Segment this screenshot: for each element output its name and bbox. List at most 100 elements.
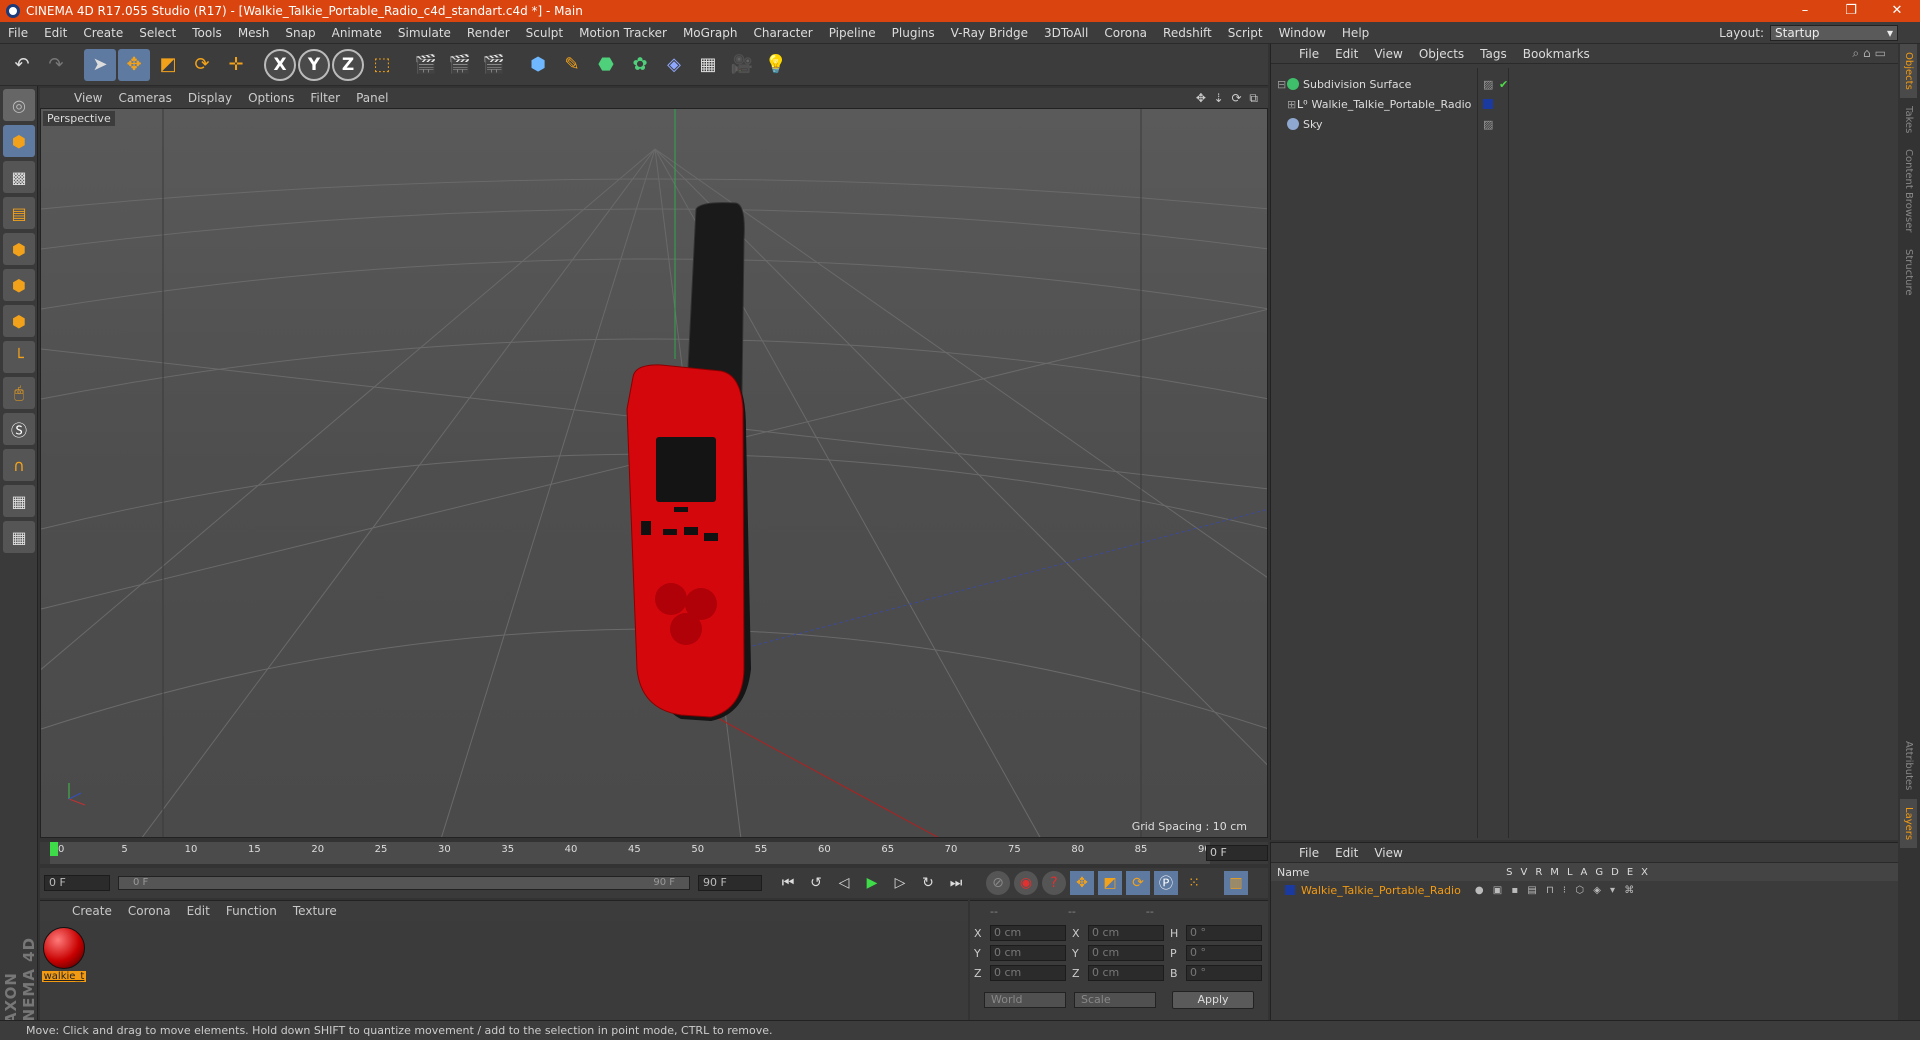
- size-y-field[interactable]: 0 cm: [1088, 945, 1164, 961]
- timeline-ruler[interactable]: 0 5 10 15 20 25 30 35 40 45 50 55 60 65 70 75 80 85 90: [50, 842, 1211, 864]
- render-picture-viewer-button[interactable]: 🎬: [444, 49, 476, 81]
- menu-pipeline[interactable]: Pipeline: [821, 26, 884, 40]
- record-keys-button[interactable]: ⊘: [986, 871, 1010, 895]
- menu-script[interactable]: Script: [1220, 26, 1271, 40]
- layer-flag-icons[interactable]: ● ▣ ▪ ▤ ⊓ ⁝ ⬡ ◈ ▾ ⌘: [1475, 885, 1637, 896]
- light-button[interactable]: 💡: [760, 49, 792, 81]
- objects-menu-edit[interactable]: Edit: [1327, 47, 1366, 61]
- point-level-button[interactable]: ⁙: [1182, 871, 1206, 895]
- menu-character[interactable]: Character: [745, 26, 820, 40]
- rotate-tool-button[interactable]: ⟳: [186, 49, 218, 81]
- make-editable-button[interactable]: ◎: [3, 89, 35, 121]
- timeline[interactable]: 0 5 10 15 20 25 30 35 40 45 50 55 60 65 70 75 80 85 90 0 F: [40, 842, 1268, 864]
- planar-workplane-button[interactable]: ▦: [3, 521, 35, 553]
- move-tool-button[interactable]: ✥: [118, 48, 150, 81]
- preview-range-slider[interactable]: 0 F 90 F: [118, 876, 690, 890]
- go-to-start-button[interactable]: ⏮: [776, 871, 800, 895]
- timeline-window-button[interactable]: ▥: [1224, 871, 1248, 895]
- autokeying-button[interactable]: ◉: [1014, 871, 1038, 895]
- menu-render[interactable]: Render: [459, 26, 518, 40]
- tab-layers[interactable]: Layers: [1900, 798, 1917, 848]
- menu-window[interactable]: Window: [1271, 26, 1334, 40]
- menu-file[interactable]: File: [0, 26, 36, 40]
- objects-menu-view[interactable]: View: [1366, 47, 1410, 61]
- spline-pen-button[interactable]: ✎: [556, 49, 588, 81]
- menu-create[interactable]: Create: [75, 26, 131, 40]
- step-forward-button[interactable]: ▷: [888, 871, 912, 895]
- edges-mode-button[interactable]: ⬢: [3, 269, 35, 301]
- texture-mode-button[interactable]: ▩: [3, 161, 35, 193]
- live-selection-button[interactable]: ➤: [84, 48, 116, 81]
- menu-corona[interactable]: Corona: [1096, 26, 1155, 40]
- render-view-button[interactable]: 🎬: [410, 49, 442, 81]
- menu-edit[interactable]: Edit: [36, 26, 75, 40]
- position-key-button[interactable]: ✥: [1070, 871, 1094, 895]
- tab-takes[interactable]: Takes: [1900, 98, 1917, 141]
- close-button[interactable]: ✕: [1874, 0, 1920, 22]
- objects-menu-tags[interactable]: Tags: [1472, 47, 1515, 61]
- position-z-field[interactable]: 0 cm: [990, 965, 1066, 981]
- menu-mograph[interactable]: MoGraph: [675, 26, 746, 40]
- objects-menu-objects[interactable]: Objects: [1411, 47, 1472, 61]
- layers-menu-file[interactable]: File: [1291, 846, 1327, 860]
- points-mode-button[interactable]: ⬢: [3, 233, 35, 265]
- cube-object-button[interactable]: ⬢: [522, 49, 554, 81]
- viewport-menu-cameras[interactable]: Cameras: [110, 91, 179, 105]
- menu-sculpt[interactable]: Sculpt: [518, 26, 571, 40]
- layer-color-swatch[interactable]: [1483, 99, 1493, 109]
- 3d-viewport[interactable]: Perspective Grid Spacing : 10 cm: [40, 108, 1268, 838]
- tab-attributes[interactable]: Attributes: [1900, 733, 1917, 798]
- locked-workplane-button[interactable]: ▦: [3, 485, 35, 517]
- objects-menu-file[interactable]: File: [1291, 47, 1327, 61]
- viewport-menu-filter[interactable]: Filter: [302, 91, 348, 105]
- x-axis-lock-button[interactable]: X: [264, 48, 296, 81]
- current-frame-field[interactable]: 0 F: [1206, 845, 1268, 861]
- rotation-b-field[interactable]: 0 °: [1186, 965, 1262, 981]
- position-x-field[interactable]: 0 cm: [990, 925, 1066, 941]
- recent-tool-button[interactable]: ✛: [220, 49, 252, 81]
- go-to-next-key-button[interactable]: ↻: [916, 871, 940, 895]
- check-icon[interactable]: ✔: [1499, 78, 1508, 91]
- go-to-previous-key-button[interactable]: ↺: [804, 871, 828, 895]
- floor-button[interactable]: ▦: [692, 49, 724, 81]
- play-forward-button[interactable]: ▶: [860, 871, 884, 895]
- layers-menu-view[interactable]: View: [1366, 846, 1410, 860]
- y-axis-lock-button[interactable]: Y: [298, 48, 330, 81]
- material-menu-create[interactable]: Create: [64, 904, 120, 918]
- snap-button[interactable]: ∩: [3, 449, 35, 481]
- subdivision-surface-button[interactable]: ⬣: [590, 49, 622, 81]
- scale-tool-button[interactable]: ◩: [152, 49, 184, 81]
- viewport-menu-panel[interactable]: Panel: [348, 91, 396, 105]
- material-menu-function[interactable]: Function: [218, 904, 285, 918]
- tab-structure[interactable]: Structure: [1900, 241, 1917, 304]
- object-row-sky[interactable]: Sky ▨: [1271, 114, 1899, 134]
- layers-menu-edit[interactable]: Edit: [1327, 846, 1366, 860]
- scale-key-button[interactable]: ◩: [1098, 871, 1122, 895]
- render-settings-button[interactable]: 🎬: [478, 49, 510, 81]
- end-frame-field[interactable]: 90 F: [698, 875, 762, 891]
- material-menu-texture[interactable]: Texture: [285, 904, 345, 918]
- object-row-subdivision[interactable]: ⊟ Subdivision Surface ▨ ✔: [1271, 74, 1899, 94]
- menu-redshift[interactable]: Redshift: [1155, 26, 1220, 40]
- material-swatch[interactable]: walkie_t: [42, 927, 86, 982]
- position-y-field[interactable]: 0 cm: [990, 945, 1066, 961]
- coordinate-system-button[interactable]: ⬚: [366, 49, 398, 81]
- go-to-end-button[interactable]: ⏭: [944, 871, 968, 895]
- menu-snap[interactable]: Snap: [277, 26, 323, 40]
- size-x-field[interactable]: 0 cm: [1088, 925, 1164, 941]
- coordinate-space-dropdown[interactable]: World: [984, 992, 1066, 1008]
- object-manager-tools-icons[interactable]: ⌕⌂▭: [1844, 46, 1898, 61]
- menu-simulate[interactable]: Simulate: [390, 26, 459, 40]
- deformer-button[interactable]: ◈: [658, 49, 690, 81]
- playhead-marker[interactable]: [50, 842, 58, 856]
- menu-vray-bridge[interactable]: V-Ray Bridge: [943, 26, 1036, 40]
- model-mode-button[interactable]: ⬢: [3, 125, 35, 157]
- parameter-key-button[interactable]: Ⓟ: [1154, 871, 1178, 895]
- menu-plugins[interactable]: Plugins: [884, 26, 943, 40]
- rotation-h-field[interactable]: 0 °: [1186, 925, 1262, 941]
- z-axis-lock-button[interactable]: Z: [332, 48, 364, 81]
- layer-row[interactable]: Walkie_Talkie_Portable_Radio ● ▣ ▪ ▤ ⊓ ⁝…: [1271, 881, 1898, 899]
- scale-mode-dropdown[interactable]: Scale: [1074, 992, 1156, 1008]
- camera-button[interactable]: 🎥: [726, 49, 758, 81]
- walkie-talkie-model[interactable]: [626, 202, 751, 721]
